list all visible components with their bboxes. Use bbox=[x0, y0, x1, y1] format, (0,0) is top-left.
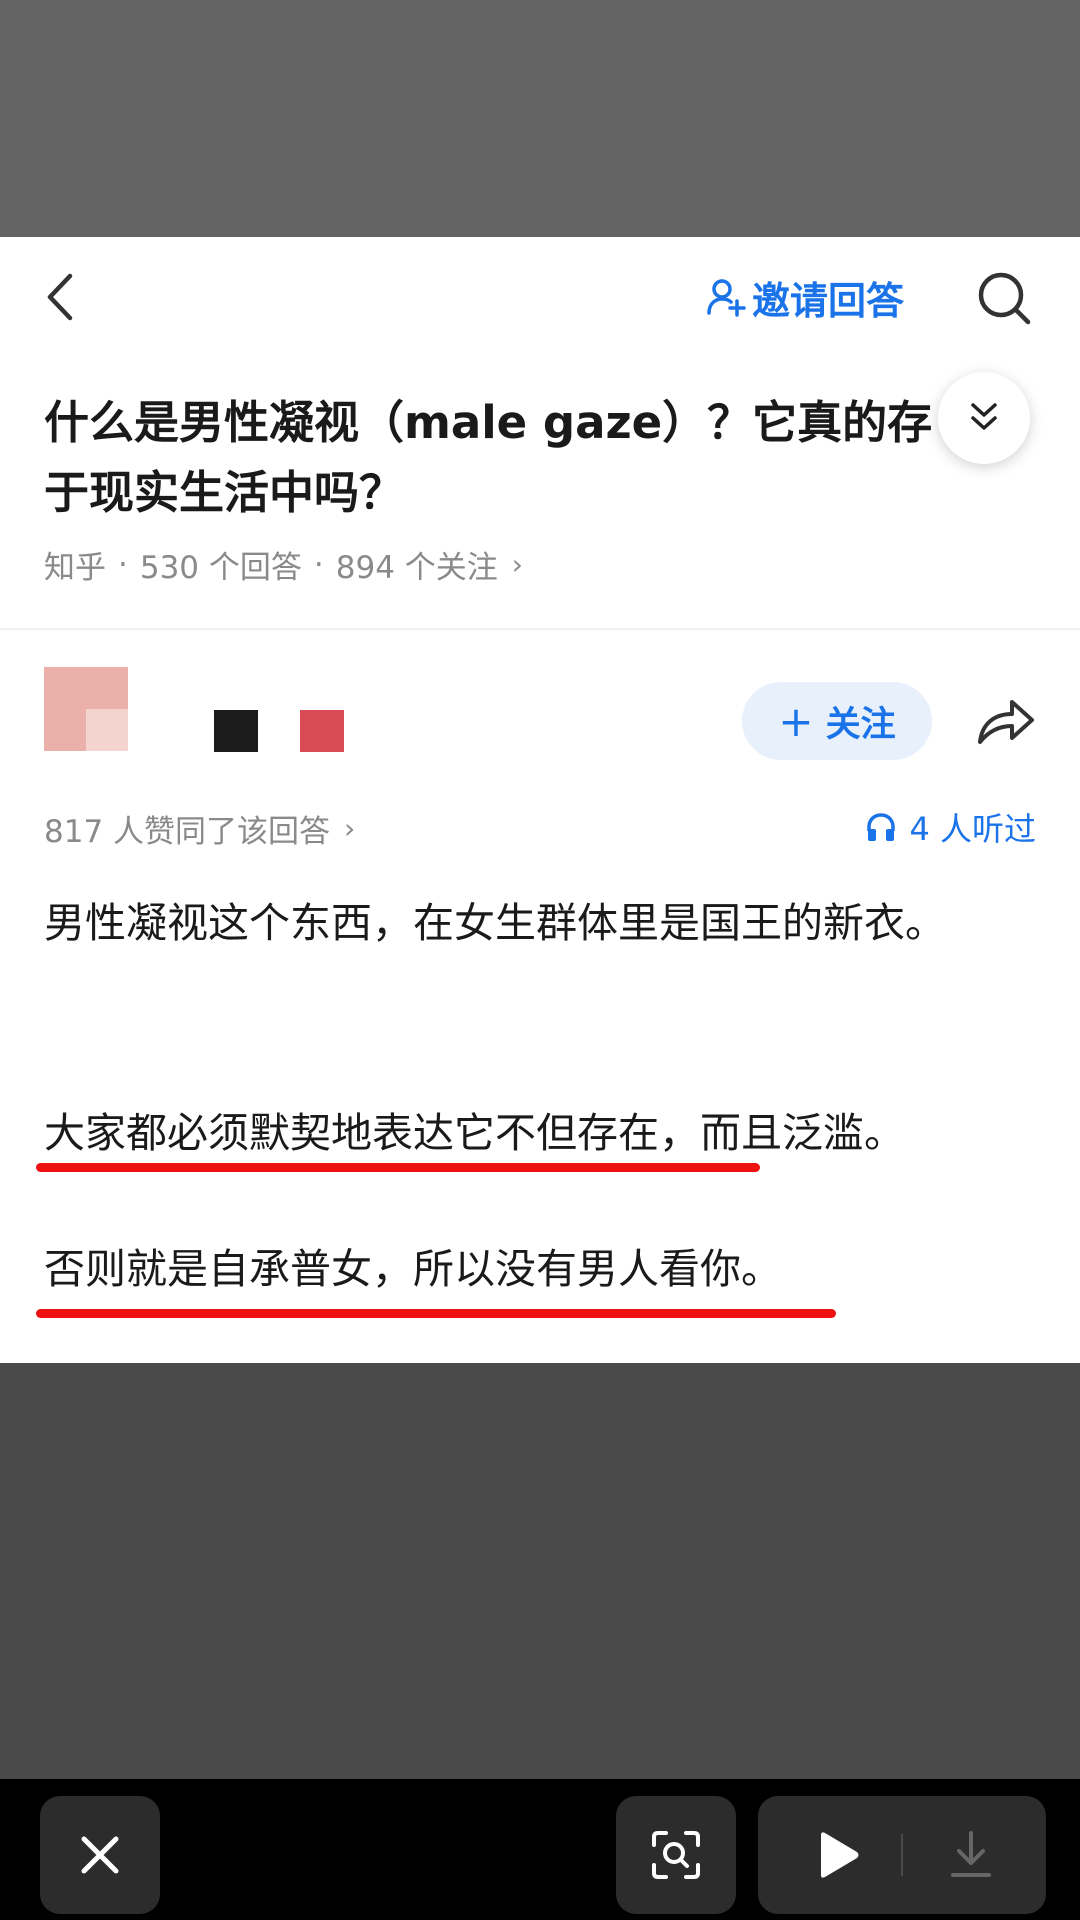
search-icon bbox=[978, 272, 1031, 325]
chevron-right-icon: › bbox=[344, 812, 356, 845]
close-icon bbox=[81, 1836, 119, 1874]
answer-count: 530 个回答 bbox=[139, 550, 302, 586]
expand-button[interactable] bbox=[938, 372, 1030, 464]
answer-paragraph: 大家都必须默契地表达它不但存在，而且泛滥。 bbox=[44, 1109, 905, 1157]
search-button[interactable] bbox=[976, 270, 1032, 326]
back-button[interactable] bbox=[40, 270, 80, 324]
listen-count[interactable]: 4 人听过 bbox=[865, 804, 1036, 850]
close-button[interactable] bbox=[40, 1796, 160, 1914]
scan-search-icon bbox=[652, 1831, 700, 1879]
invite-answer-button[interactable]: 邀请回答 bbox=[706, 272, 905, 323]
meta-separator: · bbox=[313, 546, 324, 583]
controls-divider bbox=[901, 1834, 903, 1876]
author-name-redacted bbox=[214, 710, 258, 752]
meta-separator: · bbox=[118, 546, 128, 583]
double-chevron-down-icon bbox=[971, 403, 997, 430]
chevron-left-icon bbox=[47, 273, 73, 321]
play-icon bbox=[821, 1832, 859, 1878]
source-label: 知乎 bbox=[44, 550, 106, 586]
visual-search-button[interactable] bbox=[616, 1796, 736, 1914]
question-meta[interactable]: 知乎 · 530 个回答 · 894 个关注 › bbox=[44, 542, 523, 587]
follow-label: 关注 bbox=[825, 704, 896, 745]
red-underline-annotation bbox=[36, 1163, 760, 1172]
avatar[interactable] bbox=[44, 667, 128, 751]
answer-paragraph: 否则就是自承普女，所以没有男人看你。 bbox=[44, 1245, 782, 1293]
answer-paragraph: 男性凝视这个东西，在女生群体里是国王的新衣。 bbox=[44, 899, 946, 947]
headphones-icon bbox=[867, 813, 896, 841]
likes-text: 817 人赞同了该回答 bbox=[44, 814, 331, 850]
play-button[interactable] bbox=[802, 1820, 872, 1890]
share-arrow-icon bbox=[978, 700, 1034, 744]
download-button[interactable] bbox=[936, 1820, 1006, 1890]
section-divider bbox=[0, 628, 1080, 630]
chevron-right-icon: › bbox=[511, 548, 523, 581]
top-backdrop bbox=[0, 0, 1080, 237]
person-add-icon bbox=[707, 279, 746, 317]
bottom-backdrop bbox=[0, 1363, 1080, 1779]
follow-button[interactable]: + 关注 bbox=[742, 682, 932, 760]
listened-text: 4 人听过 bbox=[909, 810, 1036, 848]
media-controls bbox=[758, 1796, 1046, 1914]
question-title[interactable]: 什么是男性凝视（male gaze）？它真的存 于现实生活中吗？ bbox=[44, 388, 964, 528]
download-icon bbox=[951, 1831, 991, 1877]
plus-icon: + bbox=[778, 696, 814, 746]
follower-count: 894 个关注 bbox=[335, 550, 498, 586]
red-underline-annotation bbox=[36, 1309, 836, 1318]
likes-summary[interactable]: 817 人赞同了该回答 › bbox=[44, 806, 355, 851]
share-button[interactable] bbox=[974, 694, 1038, 748]
author-badge-redacted bbox=[300, 710, 344, 752]
invite-answer-label: 邀请回答 bbox=[752, 278, 905, 323]
